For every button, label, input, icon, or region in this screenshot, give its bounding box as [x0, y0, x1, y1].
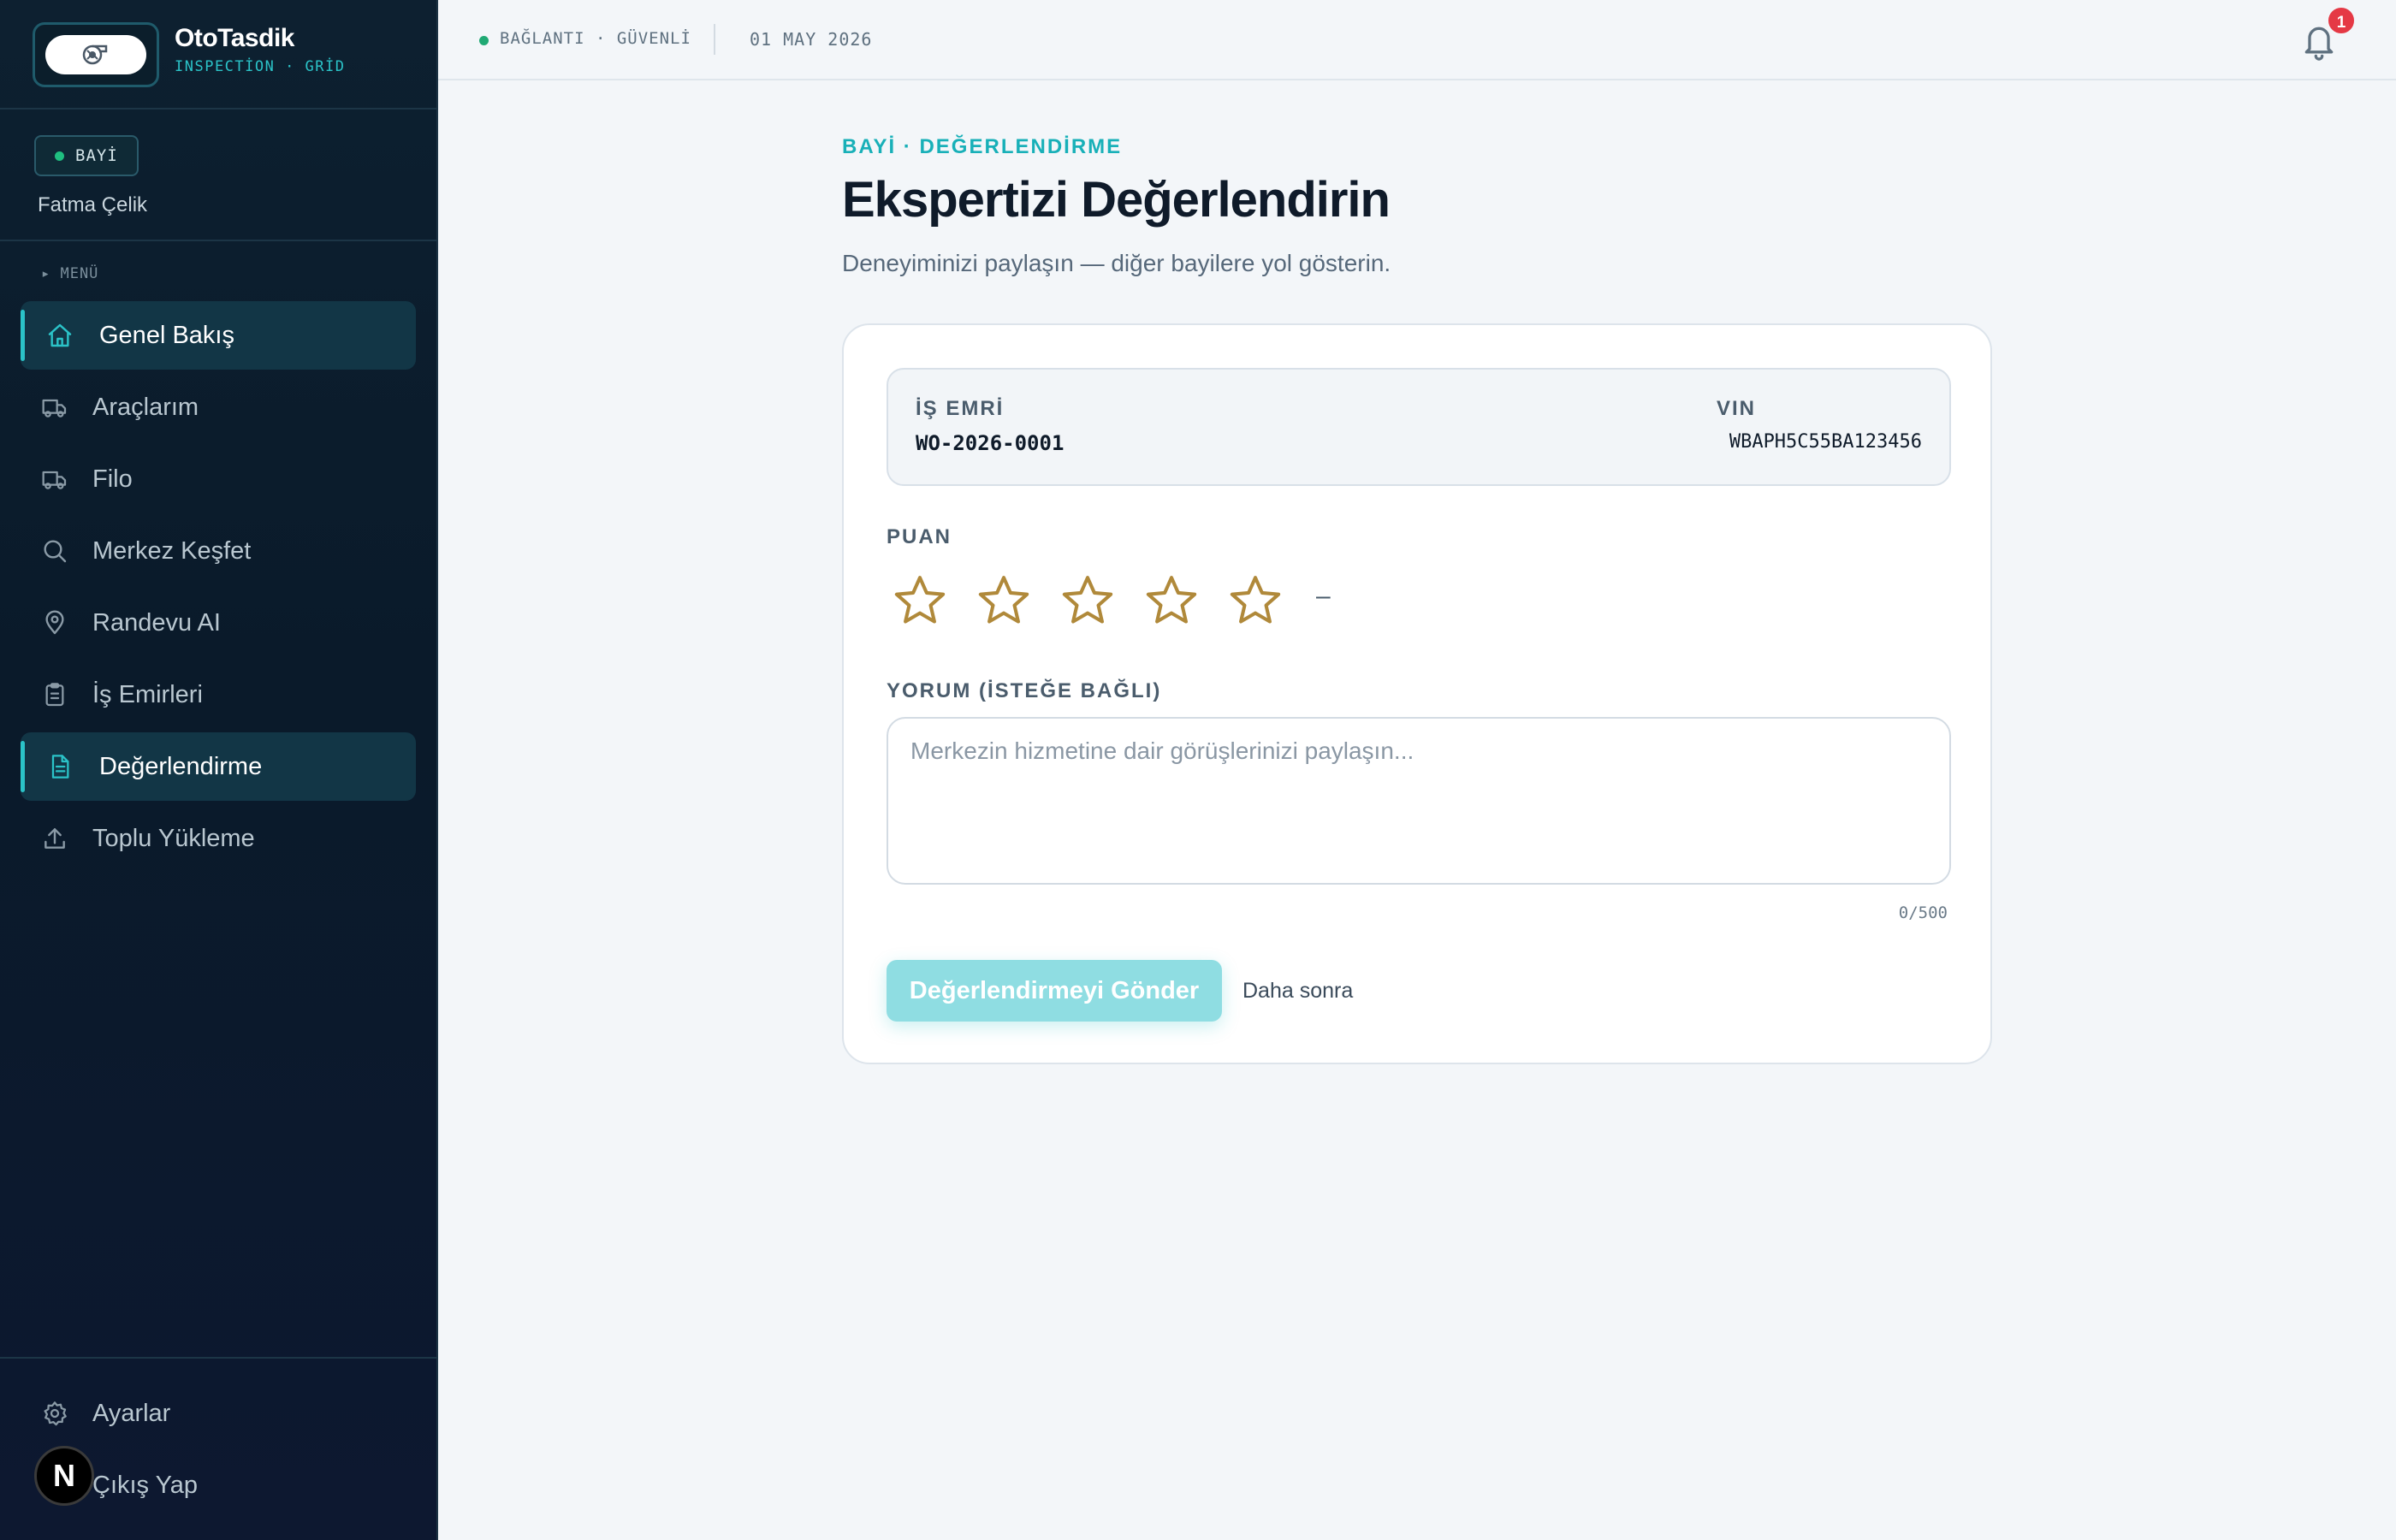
avatar[interactable]: N [34, 1446, 94, 1506]
connection-status: BAĞLANTI · GÜVENLİ [500, 29, 691, 48]
logo-mark [45, 35, 146, 74]
sidebar-item-label: Merkez Keşfet [92, 536, 252, 565]
star-2-icon[interactable] [974, 571, 1034, 631]
sidebar-item-is-emirleri[interactable]: İş Emirleri [21, 660, 416, 729]
brand-name: OtoTasdik [175, 24, 294, 52]
star-1-icon[interactable] [890, 571, 950, 631]
sidebar-item-araclarim[interactable]: Araçlarım [21, 373, 416, 441]
vin-value: WBAPH5C55BA123456 [1729, 431, 1922, 453]
logo[interactable] [33, 22, 159, 87]
review-form-card: İŞ EMRİ WO-2026-0001 VIN WBAPH5C55BA1234… [842, 323, 1992, 1064]
menu-section-label: ▸ MENÜ [41, 265, 99, 282]
sidebar-item-label: Genel Bakış [99, 321, 234, 349]
submit-review-button[interactable]: Değerlendirmeyi Gönder [887, 960, 1222, 1022]
sidebar-item-merkez-kesfet[interactable]: Merkez Keşfet [21, 517, 416, 585]
user-name: Fatma Çelik [38, 193, 148, 216]
truck-icon [42, 471, 67, 489]
page-title: Ekspertizi Değerlendirin [842, 172, 1391, 228]
sidebar-item-label: Araçlarım [92, 393, 199, 421]
character-counter: 0/500 [1898, 903, 1948, 922]
rating-label: PUAN [887, 525, 952, 548]
comment-label: YORUM (İSTEĞE BAĞLI) [887, 679, 1162, 702]
work-order-label: İŞ EMRİ [916, 397, 1005, 420]
rating-value: – [1316, 582, 1331, 610]
sidebar-bottom-divider [0, 1357, 438, 1359]
sidebar-item-label: İş Emirleri [92, 680, 203, 708]
brand-header: OtoTasdik INSPECTİON · GRİD [0, 0, 438, 110]
truck-icon [42, 399, 67, 418]
current-date: 01 MAY 2026 [750, 29, 873, 50]
brand-subtitle: INSPECTİON · GRİD [175, 58, 346, 75]
role-badge: BAYİ [34, 135, 139, 176]
sidebar-item-label: Çıkış Yap [92, 1471, 199, 1499]
comment-textarea[interactable] [887, 717, 1951, 885]
sidebar-item-ayarlar[interactable]: Ayarlar [21, 1379, 416, 1448]
page-subtitle: Deneyiminizi paylaşın — diğer bayilere y… [842, 250, 1391, 276]
sidebar-item-label: Filo [92, 465, 133, 493]
topbar-separator [714, 24, 715, 55]
sidebar-item-label: Değerlendirme [99, 752, 263, 780]
vin-label: VIN [1717, 397, 1757, 420]
upload-icon [44, 828, 65, 849]
page-eyebrow: BAYİ · DEĞERLENDİRME [842, 135, 1123, 158]
sidebar-item-randevu-ai[interactable]: Randevu AI [21, 589, 416, 657]
topbar: BAĞLANTI · GÜVENLİ 01 MAY 2026 1 [438, 0, 2396, 80]
sidebar-item-label: Ayarlar [92, 1399, 171, 1427]
notification-badge: 1 [2326, 5, 2357, 36]
sidebar-item-toplu-yukleme[interactable]: Toplu Yükleme [21, 804, 416, 873]
document-icon [51, 755, 69, 779]
role-status-dot [55, 151, 64, 161]
turbo-logo-icon [82, 44, 108, 65]
clipboard-icon [45, 683, 64, 707]
role-label: BAYİ [75, 146, 118, 165]
star-5-icon[interactable] [1225, 571, 1285, 631]
work-order-info: İŞ EMRİ WO-2026-0001 VIN WBAPH5C55BA1234… [887, 368, 1951, 486]
work-order-value: WO-2026-0001 [916, 431, 1065, 455]
sidebar-divider [0, 240, 438, 241]
sidebar-item-label: Randevu AI [92, 608, 221, 637]
gear-icon [44, 1401, 67, 1426]
later-link[interactable]: Daha sonra [1242, 979, 1353, 1004]
star-3-icon[interactable] [1058, 571, 1118, 631]
connection-status-dot [479, 36, 489, 45]
sidebar-item-genel-bakis[interactable]: Genel Bakış [21, 301, 416, 370]
map-pin-icon [45, 610, 64, 635]
home-icon [48, 323, 72, 347]
sidebar-item-filo[interactable]: Filo [21, 445, 416, 513]
star-4-icon[interactable] [1142, 571, 1201, 631]
sidebar-item-degerlendirme[interactable]: Değerlendirme [21, 732, 416, 801]
search-icon [44, 540, 67, 563]
star-rating [890, 566, 1285, 635]
sidebar: OtoTasdik INSPECTİON · GRİD BAYİ Fatma Ç… [0, 0, 438, 1540]
sidebar-item-label: Toplu Yükleme [92, 824, 255, 852]
